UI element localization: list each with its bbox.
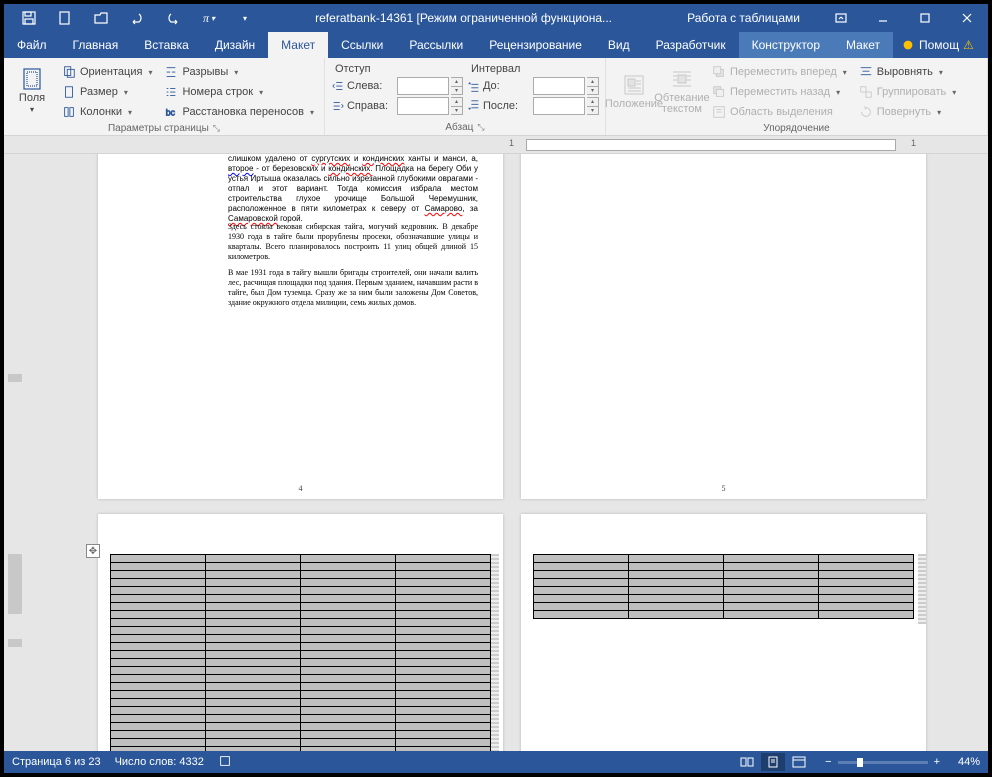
margins-button[interactable]: Поля▾	[10, 61, 54, 121]
arrange-group-label: Упорядочение	[763, 123, 829, 134]
undo-button[interactable]	[122, 4, 152, 32]
page-setup-launcher[interactable]: ⤡	[213, 123, 220, 134]
table-tools-context: Работа с таблицами	[667, 11, 820, 25]
minimize-button[interactable]	[862, 4, 904, 32]
close-button[interactable]	[946, 4, 988, 32]
equation-button[interactable]: π▾	[194, 4, 224, 32]
share-button[interactable]: Общий доступ	[984, 31, 992, 59]
tab-review[interactable]: Рецензирование	[476, 32, 595, 58]
page-5: 5	[521, 154, 926, 499]
indent-right-spinner[interactable]: ▴▾	[451, 97, 463, 115]
indent-left-input[interactable]	[397, 77, 449, 95]
paragraph-launcher[interactable]: ⤡	[477, 122, 484, 133]
status-macro-icon[interactable]	[218, 754, 232, 771]
status-words[interactable]: Число слов: 4332	[115, 756, 204, 768]
rotate-button: Повернуть▾	[855, 103, 961, 121]
zoom-out-button[interactable]: −	[825, 756, 831, 768]
page-7	[521, 514, 926, 751]
table-resize-handle[interactable]	[918, 554, 926, 624]
status-bar: Страница 6 из 23 Число слов: 4332 − + 44…	[4, 751, 988, 773]
send-backward-button: Переместить назад▾	[708, 83, 851, 101]
status-page[interactable]: Страница 6 из 23	[12, 756, 101, 768]
align-button[interactable]: Выровнять▾	[855, 63, 961, 81]
indent-right-input[interactable]	[397, 97, 449, 115]
spacing-label: Интервал	[467, 63, 599, 75]
tab-developer[interactable]: Разработчик	[643, 32, 739, 58]
web-layout-button[interactable]	[787, 753, 811, 771]
print-layout-button[interactable]	[761, 753, 785, 771]
columns-button[interactable]: Колонки▾	[58, 103, 156, 121]
open-button[interactable]	[86, 4, 116, 32]
zoom-slider[interactable]	[838, 761, 928, 764]
svg-text:bc: bc	[166, 108, 176, 118]
indent-left-spinner[interactable]: ▴▾	[451, 77, 463, 95]
space-before-spinner[interactable]: ▴▾	[587, 77, 599, 95]
tab-design[interactable]: Дизайн	[202, 32, 268, 58]
size-button[interactable]: Размер▾	[58, 83, 156, 101]
selection-pane-button: Область выделения	[708, 103, 851, 121]
orientation-button[interactable]: Ориентация▾	[58, 63, 156, 81]
document-area[interactable]: слишком удалено от сургутских и кондинск…	[26, 154, 988, 751]
breaks-button[interactable]: Разрывы▾	[160, 63, 318, 81]
ribbon-options-button[interactable]	[820, 4, 862, 32]
zoom-in-button[interactable]: +	[934, 756, 940, 768]
tab-insert[interactable]: Вставка	[131, 32, 202, 58]
paragraph-group-label: Абзац	[445, 122, 473, 133]
vertical-ruler[interactable]	[4, 154, 26, 751]
tab-file[interactable]: Файл	[4, 32, 60, 58]
position-button: Положение	[612, 61, 656, 121]
read-mode-button[interactable]	[735, 753, 759, 771]
title-bar: π▾ ▾ referatbank-14361 [Режим ограниченн…	[4, 4, 988, 32]
tab-table-design[interactable]: Конструктор	[739, 32, 833, 58]
bring-forward-button: Переместить вперед▾	[708, 63, 851, 81]
page-setup-group-label: Параметры страницы	[108, 123, 209, 134]
document-table-2[interactable]	[533, 554, 914, 619]
wrap-text-button: Обтекание текстом	[660, 61, 704, 121]
qat-customize[interactable]: ▾	[230, 4, 260, 32]
ribbon-tabs: Файл Главная Вставка Дизайн Макет Ссылки…	[4, 32, 988, 58]
maximize-button[interactable]	[904, 4, 946, 32]
document-table-1[interactable]	[110, 554, 491, 751]
space-after-input[interactable]	[533, 97, 585, 115]
help-button[interactable]: Помощ⚠	[893, 38, 982, 52]
tab-home[interactable]: Главная	[60, 32, 132, 58]
space-after-spinner[interactable]: ▴▾	[587, 97, 599, 115]
horizontal-ruler[interactable]: 1 1 2 4 6 8 10 12 14 1	[4, 136, 988, 154]
zoom-level[interactable]: 44%	[946, 756, 980, 768]
tab-layout[interactable]: Макет	[268, 32, 328, 58]
window-title: referatbank-14361 [Режим ограниченной фу…	[260, 11, 667, 25]
tab-references[interactable]: Ссылки	[328, 32, 396, 58]
space-before-input[interactable]	[533, 77, 585, 95]
tab-view[interactable]: Вид	[595, 32, 643, 58]
tab-table-layout[interactable]: Макет	[833, 32, 893, 58]
tab-mailings[interactable]: Рассылки	[396, 32, 476, 58]
new-button[interactable]	[50, 4, 80, 32]
redo-button[interactable]	[158, 4, 188, 32]
hyphenation-button[interactable]: bcРасстановка переносов▾	[160, 103, 318, 121]
line-numbers-button[interactable]: Номера строк▾	[160, 83, 318, 101]
save-button[interactable]	[14, 4, 44, 32]
indent-label: Отступ	[331, 63, 463, 75]
table-move-handle[interactable]: ✥	[86, 544, 100, 558]
table-resize-handle-2[interactable]	[491, 554, 499, 751]
page-4: слишком удалено от сургутских и кондинск…	[98, 154, 503, 499]
ribbon: Поля▾ Ориентация▾ Размер▾ Колонки▾ Разры…	[4, 58, 988, 136]
group-button: Группировать▾	[855, 83, 961, 101]
page-6	[98, 514, 503, 751]
